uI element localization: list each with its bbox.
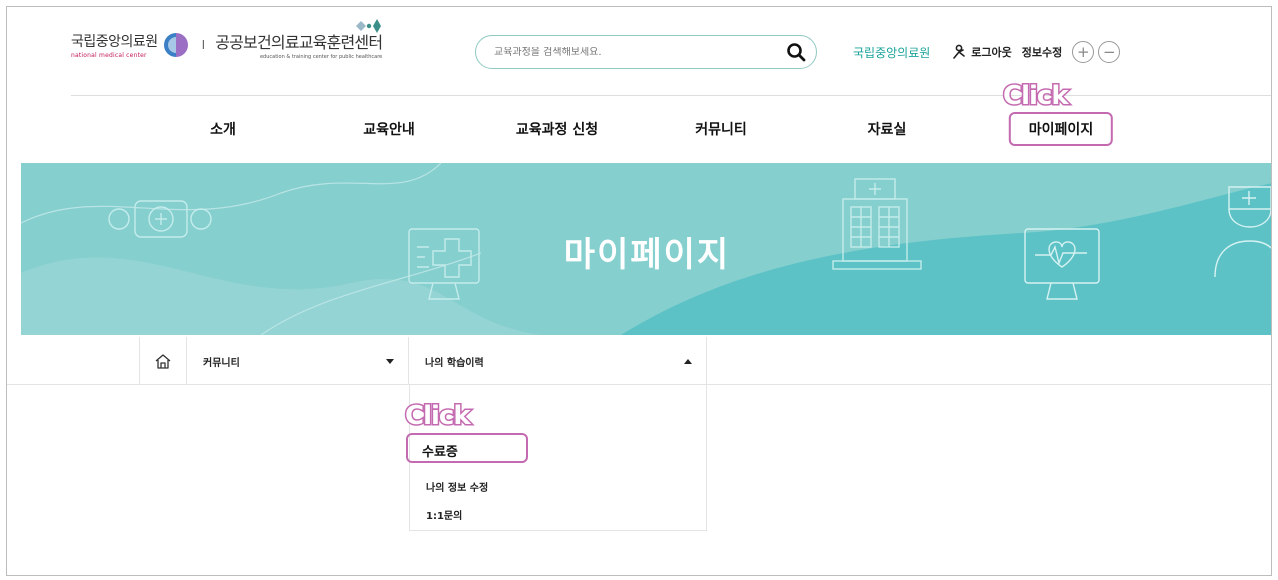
nmc-emblem-icon [163, 32, 188, 57]
location-select-label: 커뮤니티 [203, 357, 240, 369]
logout-button[interactable]: 로그아웃 [952, 44, 1012, 60]
utility-menu: 국립중앙의료원 로그아웃 정보수정 + − [853, 37, 1124, 67]
dropdown-item-inquiry[interactable]: 1:1문의 [426, 507, 462, 522]
logout-label: 로그아웃 [971, 46, 1012, 59]
click-annotation-mypage: Click [1002, 80, 1071, 113]
home-button[interactable] [139, 337, 187, 385]
click-annotation-certificate: Click [404, 400, 473, 433]
nav-item-education-guide[interactable]: 교육안내 [363, 119, 415, 139]
location-select-label: 나의 학습이력 [425, 357, 484, 369]
zoom-out-button[interactable]: − [1098, 41, 1121, 63]
location-bar: 커뮤니티 나의 학습이력 [7, 337, 1271, 385]
search-icon[interactable] [786, 42, 806, 62]
heart-monitor-icon [1024, 228, 1100, 300]
zoom-in-button[interactable]: + [1072, 41, 1095, 63]
caret-down-icon [386, 358, 394, 364]
dropdown-item-certificate[interactable]: 수료증 [406, 433, 528, 463]
site-header: 국립중앙의료원 national medical center I 공공보건의료… [7, 7, 1271, 97]
dropdown-item-edit-profile[interactable]: 나의 정보 수정 [426, 479, 488, 494]
nmc-home-link[interactable]: 국립중앙의료원 [853, 44, 930, 61]
location-select-learning-history[interactable]: 나의 학습이력 [409, 337, 707, 385]
nmc-logo-text: 국립중앙의료원 national medical center [71, 31, 158, 59]
site-logo[interactable]: 국립중앙의료원 national medical center I 공공보건의료… [71, 19, 383, 60]
search-box [475, 35, 817, 69]
edit-profile-link[interactable]: 정보수정 [1022, 44, 1062, 60]
header-divider [71, 95, 1271, 96]
logo-separator: I [201, 37, 206, 52]
mask-icon [108, 200, 212, 238]
monitor-cross-icon [408, 228, 480, 300]
location-select-community[interactable]: 커뮤니티 [187, 337, 409, 385]
nurse-icon [1214, 186, 1271, 278]
nav-item-course-apply[interactable]: 교육과정 신청 [516, 119, 598, 139]
page-banner: 마이페이지 [21, 163, 1271, 335]
hospital-icon [832, 178, 922, 270]
center-logo-subtitle: education & training center for public h… [259, 54, 383, 60]
banner-title: 마이페이지 [563, 235, 731, 275]
center-emblem-icon [356, 19, 382, 33]
nmc-logo-name: 국립중앙의료원 [71, 33, 158, 50]
nav-item-community[interactable]: 커뮤니티 [695, 119, 747, 139]
search-input[interactable] [494, 46, 786, 58]
nav-item-intro[interactable]: 소개 [210, 119, 236, 139]
center-logo-text: 공공보건의료교육훈련센터 education & training center… [215, 19, 383, 60]
nav-item-mypage[interactable]: 마이페이지 [1008, 112, 1114, 146]
nav-item-library[interactable]: 자료실 [868, 119, 907, 139]
caret-up-icon [684, 358, 692, 364]
person-icon [953, 44, 966, 59]
nmc-logo-subtitle: national medical center [71, 51, 147, 59]
browser-frame: 국립중앙의료원 national medical center I 공공보건의료… [6, 6, 1272, 576]
main-nav: 소개 교육안내 교육과정 신청 커뮤니티 자료실 마이페이지 [7, 111, 1271, 151]
home-icon [155, 354, 171, 369]
